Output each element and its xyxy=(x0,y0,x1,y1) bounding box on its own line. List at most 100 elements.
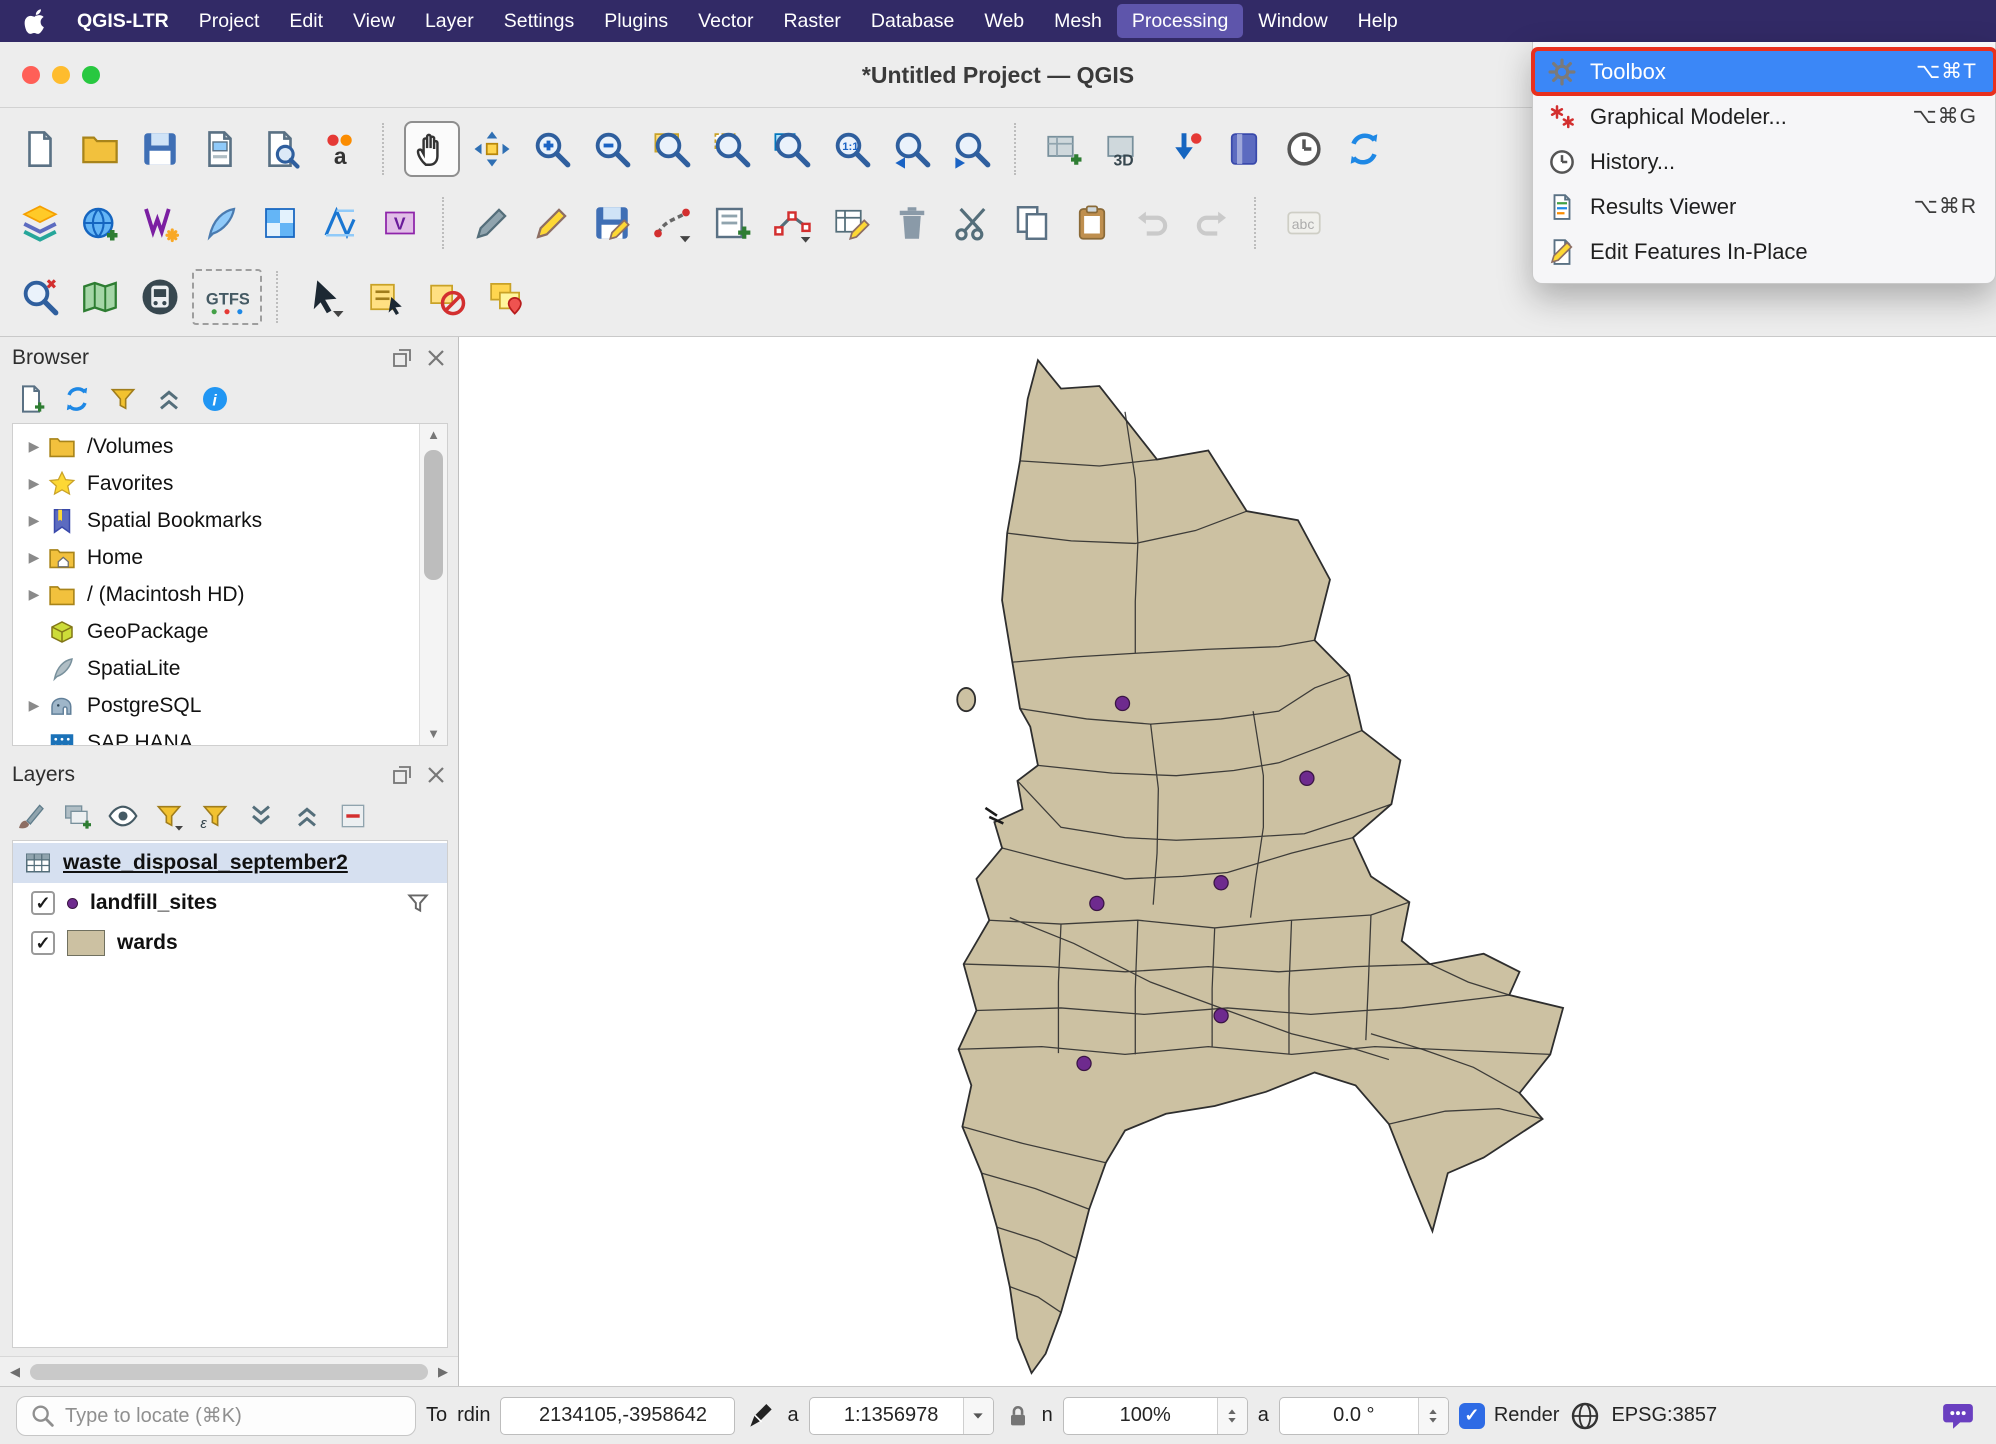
layers-expression-filter-icon[interactable]: ε xyxy=(196,797,234,835)
layers-remove-layer-icon[interactable] xyxy=(334,797,372,835)
panel-horizontal-scrollbar[interactable]: ◀ ▶ xyxy=(0,1356,458,1386)
expand-arrow-icon[interactable]: ▶ xyxy=(21,512,47,529)
save-edits-button[interactable] xyxy=(584,195,640,251)
digitize-line-button[interactable] xyxy=(644,195,700,251)
scissors-button[interactable] xyxy=(944,195,1000,251)
scale-combobox[interactable]: 1:1356978 xyxy=(809,1397,994,1435)
layers-expand-all-icon[interactable] xyxy=(242,797,280,835)
browser-info-icon[interactable]: i xyxy=(196,380,234,418)
squares-pin-button[interactable] xyxy=(478,269,534,325)
redo-button[interactable] xyxy=(1184,195,1240,251)
browser-item-favorites[interactable]: ▶Favorites xyxy=(13,465,447,502)
browser-scrollbar[interactable]: ▲ ▼ xyxy=(419,424,447,745)
zoom-layer-button[interactable] xyxy=(764,121,820,177)
browser-item-sap-hana[interactable]: SAP HANA xyxy=(13,724,447,746)
browser-tree[interactable]: ▶/Volumes▶Favorites▶Spatial Bookmarks▶Ho… xyxy=(12,423,448,746)
menubar-item-processing[interactable]: Processing xyxy=(1117,4,1243,38)
style-manager-button[interactable]: a xyxy=(312,121,368,177)
pan-selection-button[interactable] xyxy=(464,121,520,177)
processing-menu-item-toolbox[interactable]: Toolbox⌥⌘T xyxy=(1533,49,1995,94)
layers-funnel-caret-icon[interactable] xyxy=(150,797,188,835)
stepper-arrows-icon[interactable] xyxy=(1217,1398,1247,1434)
render-checkbox[interactable]: ✓ xyxy=(1459,1403,1485,1429)
layer-item-waste-disposal-september2[interactable]: waste_disposal_september2 xyxy=(13,843,447,883)
layout-new-button[interactable] xyxy=(192,121,248,177)
processing-menu-item-results-viewer[interactable]: Results Viewer⌥⌘R xyxy=(1533,184,1995,229)
float-panel-icon[interactable] xyxy=(390,763,414,787)
layer-visibility-checkbox[interactable]: ✓ xyxy=(31,931,55,955)
menubar-item-help[interactable]: Help xyxy=(1343,4,1413,38)
attr-edit-button[interactable] xyxy=(824,195,880,251)
zoom-native-button[interactable]: 1:1 xyxy=(824,121,880,177)
scrollbar-thumb[interactable] xyxy=(424,450,443,580)
zoom-full-button[interactable] xyxy=(644,121,700,177)
browser-refresh-icon[interactable] xyxy=(58,380,96,418)
map-canvas[interactable] xyxy=(458,337,1996,1386)
scroll-left-icon[interactable]: ◀ xyxy=(4,1364,26,1380)
layers-collapse-all-icon[interactable] xyxy=(288,797,326,835)
menubar-item-raster[interactable]: Raster xyxy=(768,4,855,38)
zoom-selection-button[interactable] xyxy=(704,121,760,177)
virtual-layer-button[interactable]: V xyxy=(372,195,428,251)
temporal-arrow-button[interactable] xyxy=(1156,121,1212,177)
metasearch-button[interactable] xyxy=(12,269,68,325)
layers-brush-icon[interactable] xyxy=(12,797,50,835)
processing-menu-item-graphical-modeler[interactable]: Graphical Modeler...⌥⌘G xyxy=(1533,94,1995,139)
menubar-item-layer[interactable]: Layer xyxy=(410,4,489,38)
menubar-item-database[interactable]: Database xyxy=(856,4,969,38)
raster-checker-button[interactable] xyxy=(252,195,308,251)
deselect-button[interactable] xyxy=(418,269,474,325)
mesh-grid-button[interactable] xyxy=(312,195,368,251)
pan-button[interactable] xyxy=(404,121,460,177)
map-3d-new-button[interactable]: 3D xyxy=(1096,121,1152,177)
apple-menu-icon[interactable] xyxy=(20,6,50,36)
browser-funnel-icon[interactable] xyxy=(104,380,142,418)
new-spatialite-button[interactable] xyxy=(192,195,248,251)
zoom-last-button[interactable] xyxy=(884,121,940,177)
layer-visibility-checkbox[interactable]: ✓ xyxy=(31,891,55,915)
layer-item-wards[interactable]: ✓wards xyxy=(13,923,447,963)
bus-button[interactable] xyxy=(132,269,188,325)
browser-item-postgresql[interactable]: ▶PostgreSQL xyxy=(13,687,447,724)
render-toggle[interactable]: ✓ Render xyxy=(1459,1403,1560,1429)
bookmarks-button[interactable] xyxy=(1216,121,1272,177)
coordinate-input[interactable]: 2134105,-3958642 xyxy=(500,1397,735,1435)
close-panel-icon[interactable] xyxy=(424,763,448,787)
label-abc-button[interactable]: abc xyxy=(1276,195,1332,251)
menubar-item-view[interactable]: View xyxy=(338,4,410,38)
layout-manager-button[interactable] xyxy=(252,121,308,177)
browser-item-spatial-bookmarks[interactable]: ▶Spatial Bookmarks xyxy=(13,502,447,539)
add-globe-layer-button[interactable] xyxy=(72,195,128,251)
zoom-next-button[interactable] xyxy=(944,121,1000,177)
expand-arrow-icon[interactable]: ▶ xyxy=(21,549,47,566)
chevron-down-icon[interactable] xyxy=(963,1398,993,1434)
refresh-button[interactable] xyxy=(1336,121,1392,177)
browser-item-macintosh-hd[interactable]: ▶/ (Macintosh HD) xyxy=(13,576,447,613)
menubar-item-settings[interactable]: Settings xyxy=(489,4,589,38)
expand-arrow-icon[interactable]: ▶ xyxy=(21,475,47,492)
menubar-item-plugins[interactable]: Plugins xyxy=(589,4,683,38)
crs-label[interactable]: EPSG:3857 xyxy=(1611,1404,1717,1427)
clock-button[interactable] xyxy=(1276,121,1332,177)
float-panel-icon[interactable] xyxy=(390,346,414,370)
current-edits-button[interactable] xyxy=(464,195,520,251)
copy-button[interactable] xyxy=(1004,195,1060,251)
browser-item-spatialite[interactable]: SpatiaLite xyxy=(13,650,447,687)
map-view-new-button[interactable] xyxy=(1036,121,1092,177)
select-form-button[interactable] xyxy=(358,269,414,325)
project-open-button[interactable] xyxy=(72,121,128,177)
menubar-item-qgis-ltr[interactable]: QGIS-LTR xyxy=(62,4,184,38)
stepper-arrows-icon[interactable] xyxy=(1418,1398,1448,1434)
trash-button[interactable] xyxy=(884,195,940,251)
project-new-button[interactable] xyxy=(12,121,68,177)
layers-eye-icon[interactable] xyxy=(104,797,142,835)
menubar-item-project[interactable]: Project xyxy=(184,4,275,38)
layer-filter-indicator-icon[interactable] xyxy=(405,890,431,916)
close-window-button[interactable] xyxy=(22,66,40,84)
menubar-item-mesh[interactable]: Mesh xyxy=(1039,4,1117,38)
browser-item-geopackage[interactable]: GeoPackage xyxy=(13,613,447,650)
browser-page-add-icon[interactable] xyxy=(12,380,50,418)
lock-scale-icon[interactable] xyxy=(1004,1402,1032,1430)
project-save-button[interactable] xyxy=(132,121,188,177)
layer-item-landfill-sites[interactable]: ✓landfill_sites xyxy=(13,883,447,923)
